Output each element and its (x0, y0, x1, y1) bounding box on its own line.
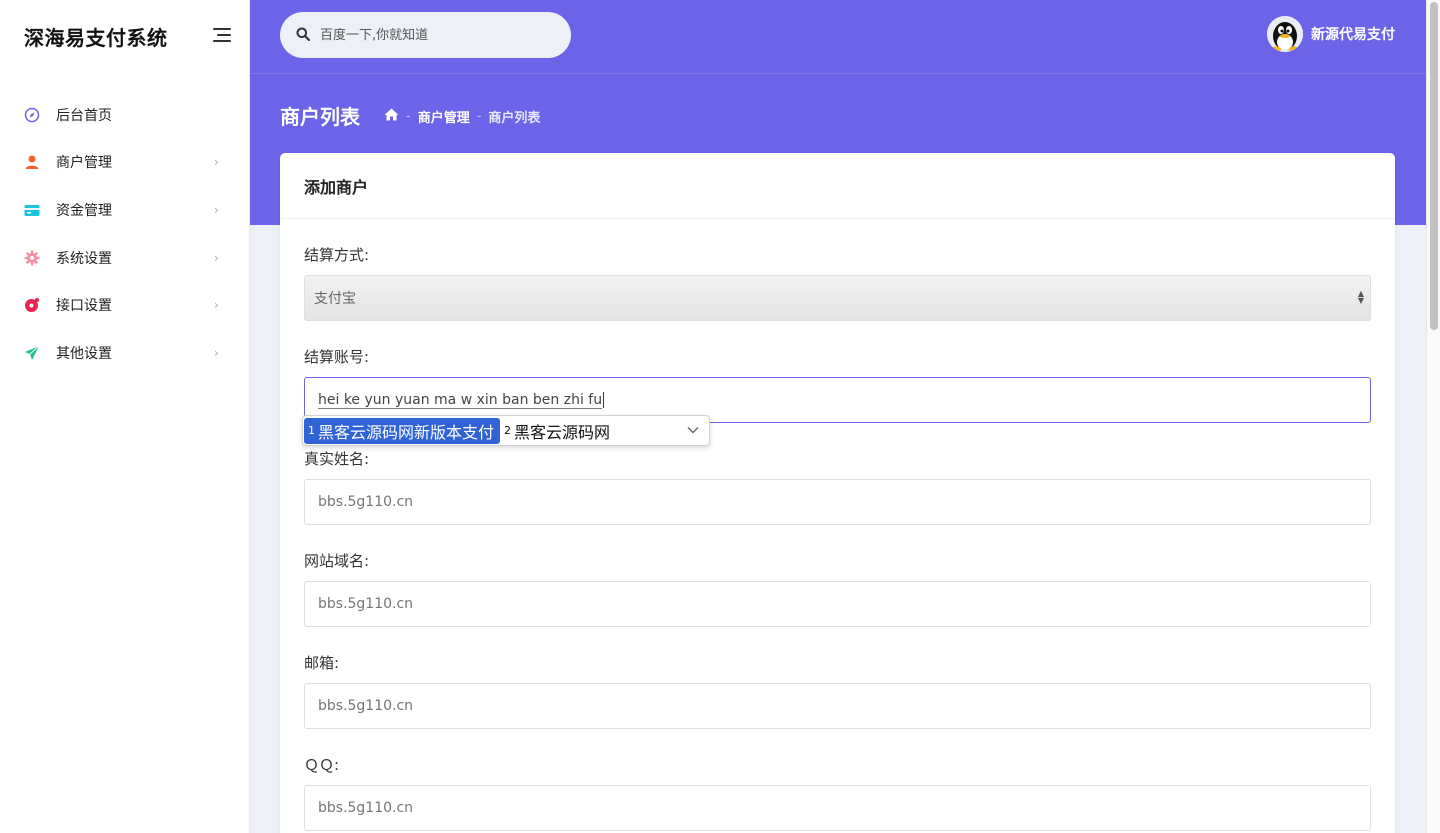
home-icon[interactable] (384, 108, 399, 125)
username: 新源代易支付 (1311, 27, 1395, 43)
ime-candidate[interactable]: 2 黑客云源码网 (500, 418, 616, 444)
user-icon (24, 154, 40, 170)
compass-icon (24, 107, 40, 123)
chevron-right-icon: › (214, 345, 219, 360)
gear-icon (24, 250, 40, 266)
sidebar-item-home[interactable]: 后台首页 (0, 91, 250, 139)
scrollbar-thumb[interactable] (1430, 2, 1438, 330)
card-icon (24, 202, 40, 218)
send-icon (24, 345, 40, 361)
sidebar-item-label: 后台首页 (56, 107, 112, 124)
candidate-number: 1 (308, 424, 315, 437)
select-value: 支付宝 (314, 291, 356, 307)
breadcrumb-current: 商户列表 (488, 111, 541, 126)
settlement-method-select[interactable]: 支付宝 ▲ ▼ (304, 275, 1371, 321)
candidate-text: 黑客云源码网 (514, 422, 611, 442)
avatar (1267, 16, 1303, 52)
ime-candidate[interactable]: 1 黑客云源码网新版本支付 (304, 417, 501, 444)
candidate-text: 黑客云源码网新版本支付 (318, 422, 495, 442)
sidebar-item-other[interactable]: 其他设置 › (0, 329, 250, 377)
sidebar-item-label: 接口设置 (56, 298, 112, 315)
breadcrumb: - 商户管理 - 商户列表 (384, 107, 540, 126)
email-input[interactable] (304, 683, 1371, 729)
field-label: 网站域名: (304, 552, 370, 570)
user-menu[interactable]: 新源代易支付 (1267, 16, 1395, 52)
api-icon (24, 297, 40, 313)
candidate-number: 2 (504, 424, 512, 437)
real-name-input[interactable] (304, 479, 1371, 525)
email-field: 邮箱: (304, 649, 1371, 751)
sidebar-item-label: 资金管理 (56, 202, 112, 219)
page-scrollbar[interactable] (1426, 0, 1440, 833)
search-box[interactable] (280, 12, 571, 58)
chevron-down-icon[interactable] (687, 423, 699, 437)
real-name-field: 真实姓名: (304, 445, 1371, 547)
qq-input[interactable] (304, 785, 1371, 831)
card-title: 添加商户 (304, 177, 369, 197)
chevron-right-icon: › (214, 155, 219, 170)
chevron-right-icon: › (214, 250, 219, 265)
sidebar: 深海易支付系统 后台首页 商户管理 › 资金管理 › 系统设置 › 接口设置 ›… (0, 0, 250, 833)
breadcrumb-separator: - (406, 109, 411, 124)
field-label: ＱＱ: (304, 756, 340, 774)
field-label: 结算账号: (304, 348, 370, 366)
domain-input[interactable] (304, 581, 1371, 627)
search-icon (296, 26, 311, 45)
qq-field: ＱＱ: (304, 751, 1371, 833)
settlement-method-field: 结算方式: 支付宝 ▲ ▼ (304, 241, 1371, 343)
composition-text: hei ke yun yuan ma w xin ban ben zhi fu (318, 391, 603, 409)
brand-title: 深海易支付系统 (24, 26, 168, 50)
ime-candidate-popup: 1 黑客云源码网新版本支付 2 黑客云源码网 (302, 415, 710, 446)
select-arrows-icon: ▲ ▼ (1357, 289, 1364, 305)
add-merchant-card: 添加商户 结算方式: 支付宝 ▲ ▼ 结算账号: hei ke yun yuan … (280, 153, 1395, 833)
merchant-form: 结算方式: 支付宝 ▲ ▼ 结算账号: hei ke yun yuan ma w … (304, 241, 1371, 833)
sidebar-item-label: 系统设置 (56, 250, 112, 267)
chevron-right-icon: › (214, 202, 219, 217)
sidebar-item-system[interactable]: 系统设置 › (0, 234, 250, 282)
breadcrumb-separator: - (476, 109, 482, 124)
sidebar-item-label: 商户管理 (56, 155, 112, 172)
sidebar-item-funds[interactable]: 资金管理 › (0, 186, 250, 234)
sidebar-item-label: 其他设置 (56, 345, 112, 362)
sidebar-nav: 后台首页 商户管理 › 资金管理 › 系统设置 › 接口设置 › 其他设置 › (0, 91, 250, 377)
domain-field: 网站域名: (304, 547, 1371, 649)
card-header: 添加商户 (280, 153, 1395, 219)
field-label: 结算方式: (304, 246, 370, 264)
top-bar: 新源代易支付 (250, 0, 1426, 74)
menu-toggle-icon[interactable] (211, 28, 231, 44)
text-caret (603, 392, 605, 408)
sidebar-item-api[interactable]: 接口设置 › (0, 281, 250, 329)
breadcrumb-link-merchant[interactable]: 商户管理 (418, 107, 470, 126)
field-label: 真实姓名: (304, 450, 370, 468)
sidebar-item-merchant[interactable]: 商户管理 › (0, 139, 250, 187)
field-label: 邮箱: (304, 654, 340, 672)
search-input[interactable] (320, 27, 550, 43)
chevron-right-icon: › (214, 298, 219, 313)
page-title: 商户列表 (280, 105, 360, 129)
